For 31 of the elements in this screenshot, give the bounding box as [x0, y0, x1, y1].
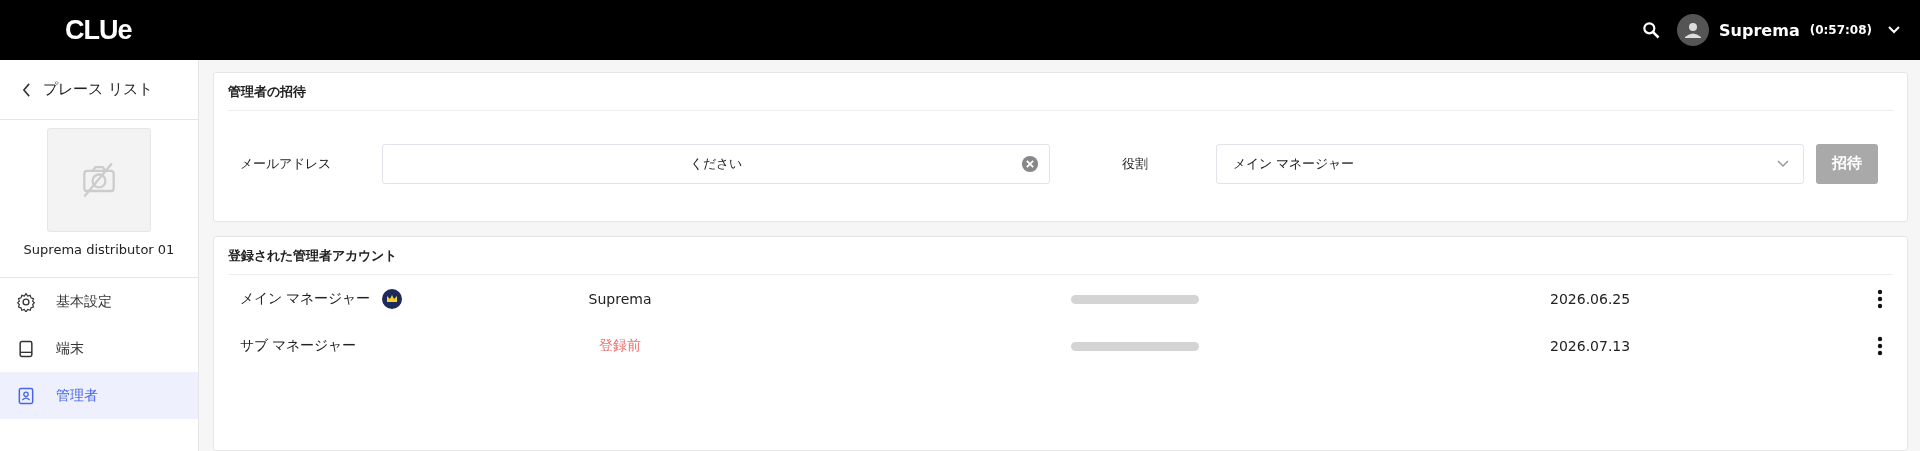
gear-icon: [16, 291, 36, 312]
email-field[interactable]: ください: [382, 143, 1050, 184]
chevron-left-icon: [22, 82, 31, 97]
role-dropdown[interactable]: メイン マネージャー: [1216, 143, 1804, 184]
tablet-icon: [16, 338, 36, 359]
section-title: 登録された管理者アカウント: [228, 237, 1893, 275]
place-name: Suprema distributor 01: [23, 242, 175, 257]
person-badge-icon: [16, 385, 36, 406]
clear-icon[interactable]: [1021, 154, 1039, 173]
sidebar-item[interactable]: 基本設定: [0, 278, 198, 325]
field-label: 役割: [1121, 154, 1149, 173]
name-cell: Suprema: [588, 290, 652, 307]
back-link[interactable]: プレース リスト: [0, 60, 198, 120]
date-cell: 2026.07.13: [1550, 337, 1631, 354]
date-cell: 2026.06.25: [1550, 290, 1631, 307]
more-icon[interactable]: [1877, 335, 1883, 356]
more-icon[interactable]: [1877, 288, 1883, 309]
logo[interactable]: CLUe: [65, 14, 132, 46]
avatar-icon[interactable]: [1677, 14, 1710, 46]
sidebar-item[interactable]: 端末: [0, 325, 198, 372]
role-cell: サブ マネージャー: [240, 336, 357, 355]
chevron-down-icon[interactable]: [1888, 26, 1900, 34]
session-time: (0:57:08): [1809, 23, 1872, 37]
sidebar-item[interactable]: 管理者: [0, 372, 198, 419]
user-name[interactable]: Suprema: [1719, 20, 1800, 40]
search-icon[interactable]: [1641, 20, 1662, 40]
name-cell: 登録前: [599, 336, 641, 353]
field-label: メールアドレス: [240, 154, 332, 173]
section-title: 管理者の招待: [228, 73, 1893, 111]
role-cell: メイン マネージャー: [240, 289, 371, 308]
chevron-down-icon: [1777, 159, 1789, 168]
